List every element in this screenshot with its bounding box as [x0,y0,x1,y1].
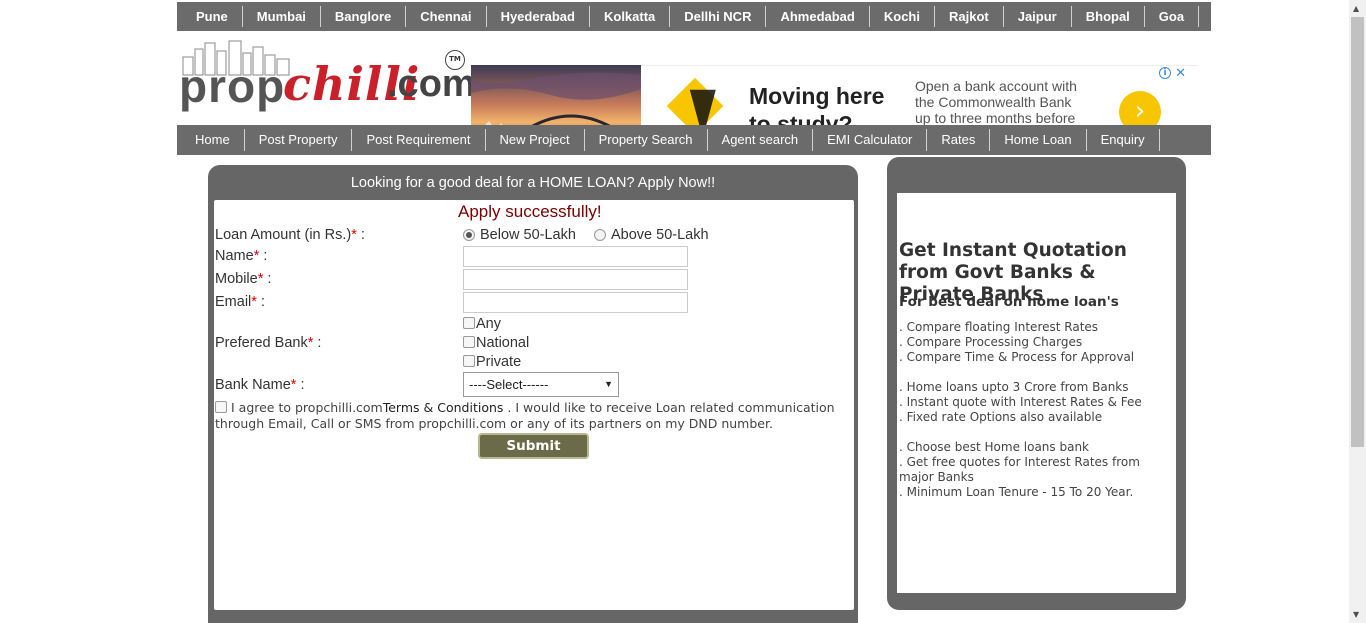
main-nav: Home Post Property Post Requirement New … [177,125,1211,155]
loan-amount-label: Loan Amount (in Rs.)* : [215,227,365,243]
sidebar-subheading: For best deal on home loan's [899,294,1119,310]
list-item: . Choose best Home loans bank [899,440,1089,454]
city-bar: Pune Mumbai Banglore Chennai Hyederabad … [177,2,1211,31]
nav-rates[interactable]: Rates [927,129,991,151]
list-item: . Home loans upto 3 Crore from Banks [899,380,1129,394]
list-item: . Minimum Loan Tenure - 15 To 20 Year. [899,485,1134,499]
ad-info-icon[interactable]: i [1159,67,1171,79]
mobile-input[interactable] [463,269,688,290]
bank-any-label: Any [476,316,501,332]
ad-close-icon[interactable]: ✕ [1175,66,1186,81]
list-item: . Compare Time & Process for Approval [899,350,1135,364]
logo-prop-text: prop [179,60,286,112]
submit-details-button[interactable]: Submit Details [478,433,589,476]
list-item: . Fixed rate Options also available [899,410,1103,424]
city-link-kochi[interactable]: Kochi [870,6,935,27]
nav-post-property[interactable]: Post Property [245,129,353,151]
agree-checkbox[interactable] [215,401,227,413]
scrollbar-thumb[interactable] [1351,17,1364,447]
page-scrollbar[interactable]: ▲ ▼ [1349,0,1366,623]
city-link-banglore[interactable]: Banglore [321,6,407,27]
sidebar-points: . Compare floating Interest Rates . Comp… [899,320,1171,500]
email-input[interactable] [463,292,688,313]
agree-prefix-text: I agree to propchilli.com [231,400,383,415]
list-item: . Instant quote with Interest Rates & Fe… [899,395,1142,409]
scroll-up-icon[interactable]: ▲ [1353,4,1359,13]
prefered-bank-label: Prefered Bank* : [215,335,322,351]
city-link-goa[interactable]: Goa [1145,6,1200,27]
nav-post-requirement[interactable]: Post Requirement [352,129,486,151]
list-spacer [899,425,1171,440]
logo-dotcom-text: .com [387,63,476,105]
nav-agent-search[interactable]: Agent search [708,129,814,151]
city-link-kolkatta[interactable]: Kolkatta [590,6,671,27]
dropdown-arrow-icon: ▼ [604,379,613,389]
city-link-hyederabad[interactable]: Hyederabad [487,6,590,27]
bank-any-checkbox[interactable] [463,317,475,329]
terms-consent: I agree to propchilli.comTerms & Conditi… [215,400,835,432]
city-link-ahmedabad[interactable]: Ahmedabad [766,6,870,27]
loan-above-50-label: Above 50-Lakh [611,227,709,243]
trademark-icon: TM [445,50,465,70]
mobile-label: Mobile* : [215,271,272,287]
loan-below-50-radio[interactable] [463,229,475,241]
list-spacer [899,365,1171,380]
list-item: . Compare floating Interest Rates [899,320,1099,334]
city-link-jaipur[interactable]: Jaipur [1004,6,1072,27]
terms-link[interactable]: Terms & Conditions [383,400,504,415]
bank-select-value: ----Select------ [469,377,549,392]
nav-home-loan[interactable]: Home Loan [990,129,1087,151]
city-link-chennai[interactable]: Chennai [406,6,487,27]
city-link-pune[interactable]: Pune [182,6,243,27]
nav-emi-calculator[interactable]: EMI Calculator [813,129,928,151]
list-item: . Compare Processing Charges [899,335,1083,349]
site-logo[interactable]: prop chilli .com TM [177,37,476,117]
loan-below-50-label: Below 50-Lakh [480,227,576,243]
form-body: Apply successfully! Loan Amount (in Rs.)… [214,200,854,610]
loan-form-panel: Looking for a good deal for a HOME LOAN?… [208,165,858,623]
city-link-bhopal[interactable]: Bhopal [1072,6,1145,27]
nav-new-project[interactable]: New Project [486,129,585,151]
quotation-sidebar: Get Instant Quotation from Govt Banks & … [887,157,1186,610]
bank-national-label: National [476,335,530,351]
city-link-mumbai[interactable]: Mumbai [243,6,321,27]
city-link-rajkot[interactable]: Rajkot [935,6,1004,27]
sidebar-body: Get Instant Quotation from Govt Banks & … [897,193,1176,593]
nav-home[interactable]: Home [183,129,245,151]
nav-enquiry[interactable]: Enquiry [1087,129,1160,151]
bank-private-checkbox[interactable] [463,355,475,367]
email-label: Email* : [215,294,265,310]
bank-name-label: Bank Name* : [215,377,305,393]
loan-above-50-radio[interactable] [594,229,606,241]
nav-property-search[interactable]: Property Search [585,129,708,151]
name-label: Name* : [215,248,268,264]
success-message: Apply successfully! [458,202,602,221]
form-title: Looking for a good deal for a HOME LOAN?… [350,175,716,191]
list-item: . Get free quotes for Interest Rates fro… [899,455,1140,484]
city-link-delhi-ncr[interactable]: Dellhi NCR [670,6,767,27]
bank-private-label: Private [476,354,522,370]
bank-national-checkbox[interactable] [463,336,475,348]
name-input[interactable] [463,246,688,267]
bank-name-select[interactable]: ----Select------ ▼ [463,372,619,397]
scroll-down-icon[interactable]: ▼ [1353,610,1359,619]
banner: prop chilli .com TM Moving here to study… [177,31,1211,153]
page-wrapper: Pune Mumbai Banglore Chennai Hyederabad … [177,2,1211,155]
